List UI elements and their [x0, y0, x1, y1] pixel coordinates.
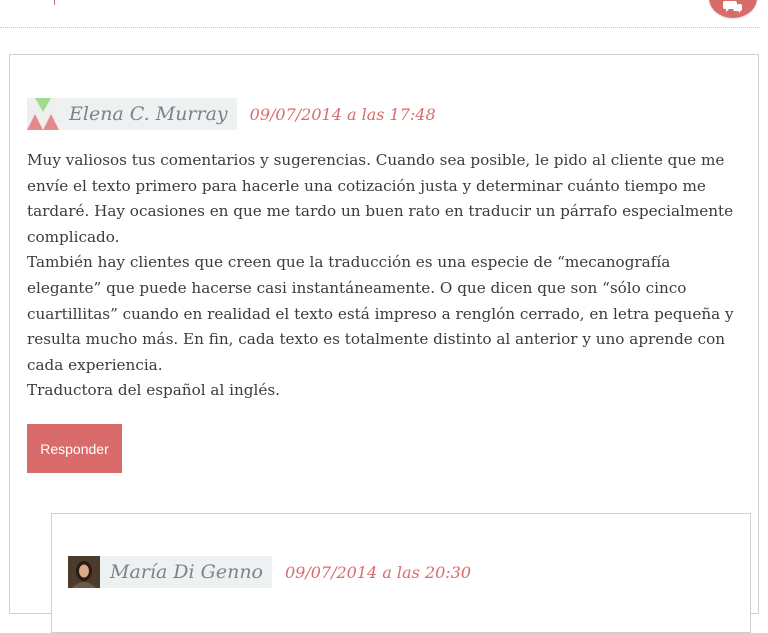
reply-button[interactable]: Responder — [27, 424, 122, 473]
comments-bubble-button[interactable] — [709, 0, 757, 18]
geometric-avatar-icon — [27, 98, 59, 130]
reply-author[interactable]: María Di Genno — [100, 556, 272, 588]
comment-paragraph: Muy valiosos tus comentarios y sugerenci… — [27, 151, 734, 246]
header-fragment — [10, 0, 55, 6]
header-separator — [0, 27, 760, 28]
comment-author[interactable]: Elena C. Murray — [59, 98, 237, 130]
comment-meta: Elena C. Murray 09/07/2014 a las 17:48 — [27, 98, 436, 130]
comment-paragraph: También hay clientes que creen que la tr… — [27, 253, 734, 374]
user-photo-avatar — [68, 556, 100, 588]
avatar — [27, 98, 59, 130]
reply-date[interactable]: 09/07/2014 a las 20:30 — [285, 563, 471, 582]
comments-bubble-icon — [723, 1, 742, 13]
reply-meta: María Di Genno 09/07/2014 a las 20:30 — [68, 556, 471, 588]
comment-date[interactable]: 09/07/2014 a las 17:48 — [250, 105, 436, 124]
comment-body: Muy valiosos tus comentarios y sugerenci… — [27, 148, 747, 404]
avatar — [68, 556, 100, 588]
nested-comment-card: María Di Genno 09/07/2014 a las 20:30 — [51, 513, 751, 633]
header-divider-tick — [54, 0, 55, 5]
comment-paragraph: Traductora del español al inglés. — [27, 381, 280, 400]
comment-card: Elena C. Murray 09/07/2014 a las 17:48 M… — [9, 54, 759, 633]
